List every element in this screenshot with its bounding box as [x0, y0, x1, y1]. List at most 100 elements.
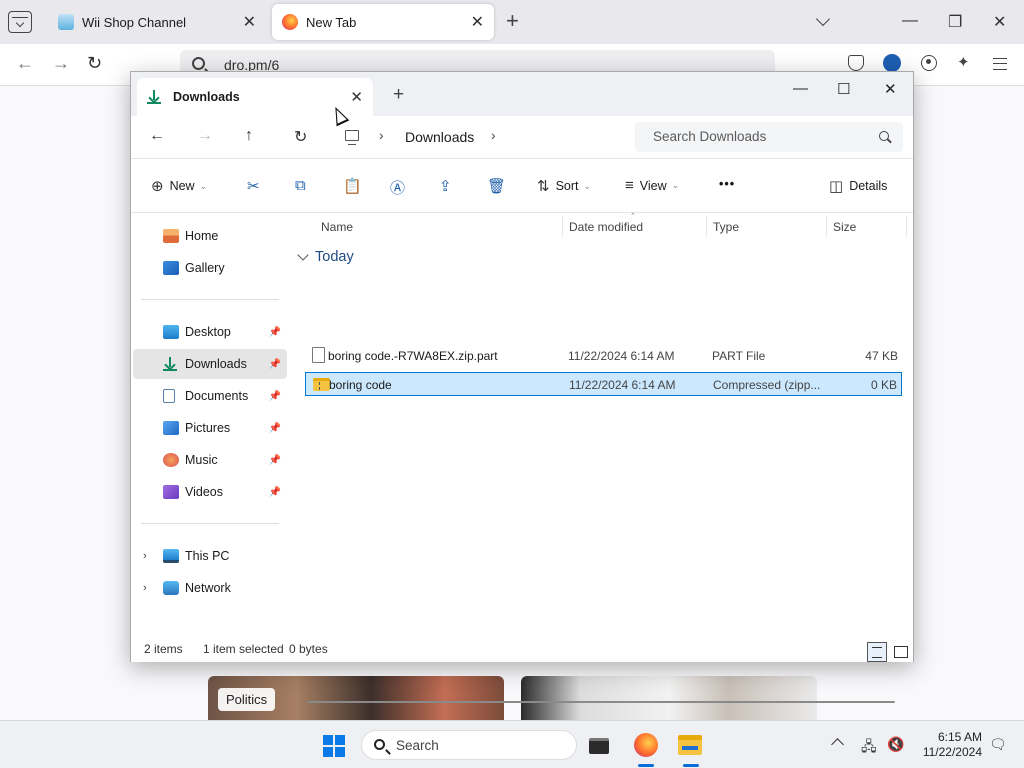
news-card[interactable] — [521, 676, 817, 720]
pin-icon[interactable]: 📌 — [269, 455, 281, 466]
group-header-today[interactable]: Today — [297, 249, 354, 265]
paste-button[interactable]: 📋 — [343, 177, 368, 195]
taskbar-clock[interactable]: 6:15 AM 11/22/2024 — [920, 730, 982, 760]
new-button[interactable]: ⊕ New ⌄ — [151, 177, 207, 195]
this-pc-icon — [163, 549, 179, 563]
file-row-selected[interactable]: boring code 11/22/2024 6:14 AM Compresse… — [305, 372, 902, 396]
column-header-name[interactable]: Name — [321, 220, 353, 234]
nav-item-network[interactable]: › Network — [133, 573, 287, 603]
file-row[interactable]: boring code.-R7WA8EX.zip.part 11/22/2024… — [305, 344, 902, 368]
tab-list-icon[interactable] — [8, 11, 32, 33]
pocket-icon[interactable] — [848, 55, 864, 71]
menu-icon[interactable] — [993, 58, 1007, 70]
pin-icon[interactable]: 📌 — [269, 487, 281, 498]
close-tab-icon[interactable]: ✕ — [243, 12, 256, 32]
browser-minimize-button[interactable]: — — [902, 12, 918, 30]
start-windows-icon[interactable] — [323, 735, 345, 757]
nav-item-desktop[interactable]: Desktop 📌 — [133, 317, 287, 347]
file-size: 47 KB — [865, 349, 898, 363]
pin-icon[interactable]: 📌 — [269, 423, 281, 434]
pin-icon[interactable]: 📌 — [269, 391, 281, 402]
copy-button[interactable]: ⧉ — [295, 177, 312, 194]
up-icon[interactable]: ↑ — [245, 127, 253, 145]
browser-tab-wii-shop[interactable]: Wii Shop Channel ✕ — [48, 4, 266, 40]
expand-chevron-icon[interactable]: › — [143, 550, 147, 562]
more-options-button[interactable]: ••• — [719, 177, 735, 191]
column-divider[interactable] — [906, 215, 907, 237]
details-pane-button[interactable]: ◫ Details — [829, 177, 887, 195]
chevron-down-icon: ⌄ — [583, 180, 592, 191]
file-type: Compressed (zipp... — [713, 378, 821, 392]
explorer-new-tab-button[interactable]: + — [393, 84, 404, 106]
column-header-size[interactable]: Size — [833, 220, 856, 234]
firefox-icon[interactable] — [634, 733, 658, 757]
chevron-down-icon[interactable] — [815, 11, 831, 27]
breadcrumb-separator[interactable]: › — [491, 127, 496, 143]
expand-chevron-icon[interactable]: › — [143, 582, 147, 594]
refresh-icon[interactable]: ↻ — [294, 127, 307, 147]
nav-item-downloads[interactable]: Downloads 📌 — [133, 349, 287, 379]
chevron-up-icon[interactable] — [831, 738, 844, 751]
gallery-icon — [163, 261, 179, 275]
news-card[interactable]: Politics — [208, 676, 504, 720]
breadcrumb-separator[interactable]: › — [379, 127, 384, 143]
cut-button[interactable]: ✂ — [247, 177, 266, 195]
share-button[interactable]: ⇪ — [439, 177, 458, 195]
nav-item-documents[interactable]: Documents 📌 — [133, 381, 287, 411]
nav-item-this-pc[interactable]: › This PC — [133, 541, 287, 571]
nav-item-home[interactable]: Home — [133, 221, 287, 251]
breadcrumb-downloads[interactable]: Downloads — [405, 129, 474, 145]
horizontal-scrollbar[interactable] — [307, 701, 895, 703]
column-header-type[interactable]: Type — [713, 220, 739, 234]
back-icon[interactable]: ← — [149, 127, 165, 145]
back-icon[interactable]: ← — [16, 53, 34, 74]
rename-button[interactable]: Ⓐ — [390, 177, 411, 198]
explorer-maximize-button[interactable]: ☐ — [837, 80, 850, 98]
taskbar-search-box[interactable]: Search — [361, 730, 577, 760]
search-icon — [879, 131, 889, 141]
status-bar: 2 items 1 item selected 0 bytes — [131, 638, 913, 662]
nav-divider — [141, 523, 279, 524]
browser-close-button[interactable]: ✕ — [993, 12, 1006, 32]
forward-icon[interactable]: → — [197, 127, 213, 145]
task-view-icon[interactable] — [589, 738, 609, 754]
file-icon — [312, 347, 325, 363]
view-button[interactable]: ≡ View ⌄ — [625, 177, 679, 194]
close-tab-icon[interactable]: ✕ — [471, 12, 484, 32]
explorer-minimize-button[interactable]: — — [793, 80, 808, 97]
nav-item-gallery[interactable]: Gallery — [133, 253, 287, 283]
close-tab-icon[interactable]: ✕ — [350, 88, 363, 106]
sort-button[interactable]: ⇅ Sort ⌄ — [537, 177, 591, 195]
this-pc-icon[interactable] — [345, 130, 359, 145]
extensions-puzzle-icon[interactable]: ✦ — [957, 53, 970, 71]
browser-tab-new-tab[interactable]: New Tab ✕ — [272, 4, 494, 40]
nav-item-videos[interactable]: Videos 📌 — [133, 477, 287, 507]
account-icon[interactable] — [921, 55, 937, 71]
document-icon — [163, 389, 175, 403]
extension-icon[interactable] — [883, 54, 901, 72]
share-icon: ⇪ — [439, 178, 452, 195]
notifications-icon[interactable]: 🗨 — [989, 736, 1007, 753]
chevron-down-icon: ⌄ — [199, 180, 208, 191]
volume-muted-icon[interactable]: 🔇 — [887, 736, 904, 753]
details-view-button[interactable] — [867, 642, 887, 662]
forward-icon[interactable]: → — [52, 53, 70, 74]
column-header-date[interactable]: Date modified — [569, 220, 643, 234]
file-explorer-icon[interactable] — [678, 735, 702, 755]
browser-restore-button[interactable]: ❐ — [948, 12, 962, 32]
network-icon[interactable]: 🖧 — [861, 736, 877, 760]
nav-item-pictures[interactable]: Pictures 📌 — [133, 413, 287, 443]
delete-button[interactable]: 🗑 — [487, 177, 512, 195]
nav-item-music[interactable]: Music 📌 — [133, 445, 287, 475]
new-tab-button[interactable]: + — [506, 10, 519, 32]
tiles-view-button[interactable] — [891, 642, 911, 662]
explorer-close-button[interactable]: ✕ — [884, 80, 897, 98]
column-divider[interactable] — [706, 215, 707, 237]
pin-icon[interactable]: 📌 — [269, 327, 281, 338]
status-selection: 1 item selected — [203, 642, 284, 656]
pin-icon[interactable]: 📌 — [269, 359, 281, 370]
search-downloads-input[interactable]: Search Downloads — [635, 122, 903, 152]
column-divider[interactable] — [826, 215, 827, 237]
column-divider[interactable] — [562, 215, 563, 237]
reload-icon[interactable]: ↻ — [87, 53, 102, 74]
